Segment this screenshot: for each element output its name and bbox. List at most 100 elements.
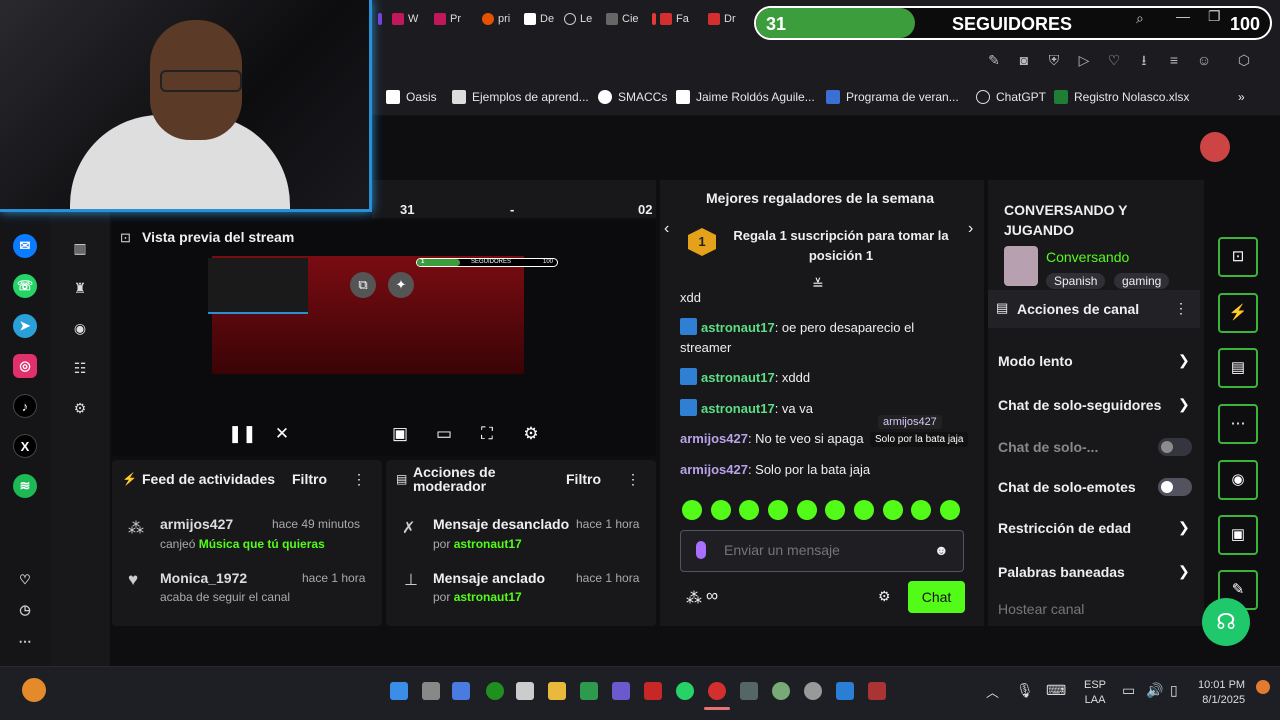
host-channel[interactable]: Hostear canal: [998, 601, 1084, 617]
bookmark-chatgpt[interactable]: ChatGPT: [976, 90, 1046, 104]
heart-icon[interactable]: ♡: [13, 568, 37, 592]
tab-de[interactable]: De: [524, 8, 554, 30]
tab-1[interactable]: [378, 8, 382, 30]
tab-pr[interactable]: Pr: [434, 8, 461, 30]
history-icon[interactable]: ◷: [13, 598, 37, 622]
support-icon[interactable]: ☊: [1202, 598, 1250, 646]
emote-icon[interactable]: [739, 500, 759, 520]
keyboard-icon[interactable]: ⌨: [1046, 682, 1066, 699]
download-icon[interactable]: ⭳: [1136, 52, 1152, 68]
app-icon[interactable]: [804, 682, 822, 700]
miniplayer-icon[interactable]: ▣: [390, 424, 410, 444]
chevron-right-icon[interactable]: ❯: [1178, 396, 1190, 413]
volume-icon[interactable]: 🔊: [1146, 682, 1163, 699]
trophy-icon[interactable]: ♜: [72, 280, 88, 296]
edit-icon[interactable]: ✎: [986, 52, 1002, 68]
chat-send-button[interactable]: Chat: [908, 581, 965, 613]
vscode-icon[interactable]: [836, 682, 854, 700]
instagram-icon[interactable]: ◎: [13, 354, 37, 378]
more-icon[interactable]: ⋯: [13, 630, 37, 654]
app-icon[interactable]: [740, 682, 758, 700]
language-indicator[interactable]: ESP LAA: [1084, 678, 1106, 708]
emote-icon[interactable]: [940, 500, 960, 520]
task-view-icon[interactable]: [422, 682, 440, 700]
emote-icon[interactable]: [854, 500, 874, 520]
tag[interactable]: Spanish: [1046, 273, 1106, 289]
more-icon[interactable]: ⋮: [352, 471, 366, 488]
chevron-right-icon[interactable]: ❯: [1178, 563, 1190, 580]
copilot-icon[interactable]: [452, 682, 470, 700]
mod-filter-button[interactable]: Filtro: [566, 471, 601, 487]
followers-only-chat[interactable]: Chat de solo-seguidores: [998, 397, 1161, 413]
mute-icon[interactable]: ✕: [272, 424, 292, 444]
theater-icon[interactable]: ▭: [434, 424, 454, 444]
search-icon[interactable]: ⌕: [1136, 10, 1144, 27]
minimize-icon[interactable]: —: [1176, 8, 1190, 24]
shield-icon[interactable]: ⛨: [1046, 52, 1062, 68]
emote-icon[interactable]: [883, 500, 903, 520]
store-icon[interactable]: [516, 682, 534, 700]
app-icon[interactable]: [772, 682, 790, 700]
tab-w[interactable]: W: [392, 8, 418, 30]
play-icon[interactable]: ▷: [1076, 52, 1092, 68]
category-name[interactable]: Conversando: [1046, 249, 1129, 265]
whatsapp-icon[interactable]: ☏: [13, 274, 37, 298]
emotes-only-chat[interactable]: Chat de solo-emotes: [998, 479, 1136, 495]
settings-icon[interactable]: ⚙: [521, 424, 541, 444]
feed-user[interactable]: armijos427: [160, 516, 233, 532]
more-icon[interactable]: ⋮: [626, 471, 640, 488]
notification-icon[interactable]: [1256, 680, 1270, 694]
avatar[interactable]: [1200, 132, 1230, 162]
excel-icon[interactable]: [580, 682, 598, 700]
chevron-left-icon[interactable]: ‹: [664, 220, 669, 238]
broadcast-icon[interactable]: ◉: [1218, 460, 1258, 500]
chat-user[interactable]: armijos427: [680, 431, 748, 446]
emote-icon[interactable]: [768, 500, 788, 520]
profile-icon[interactable]: ☺: [1196, 52, 1212, 68]
chat-user[interactable]: astronaut17: [701, 370, 775, 385]
stats-icon[interactable]: ▥: [72, 240, 88, 256]
spotify-icon[interactable]: ≋: [13, 474, 37, 498]
chevron-right-icon[interactable]: ›: [968, 220, 973, 238]
settings-icon[interactable]: ⚙: [878, 588, 891, 605]
bookmark-ejemplos[interactable]: Ejemplos de aprend...: [452, 90, 589, 104]
windows-start-icon[interactable]: [390, 682, 408, 700]
camera-icon[interactable]: ▣: [1218, 515, 1258, 555]
popout-icon[interactable]: ⧉: [350, 272, 376, 298]
mod-user[interactable]: astronaut17: [454, 590, 522, 604]
emote-icon[interactable]: [682, 500, 702, 520]
notes-icon[interactable]: ▤: [1218, 348, 1258, 388]
chevron-right-icon[interactable]: ❯: [1178, 352, 1190, 369]
bookmarks-overflow[interactable]: »: [1238, 90, 1245, 104]
app-icon[interactable]: [644, 682, 662, 700]
tab-fa[interactable]: Fa: [652, 8, 689, 30]
messenger-icon[interactable]: ✉: [13, 234, 37, 258]
mod-user[interactable]: astronaut17: [454, 537, 522, 551]
collapse-icon[interactable]: ≚: [812, 276, 824, 293]
battery-icon[interactable]: ▯: [1170, 682, 1178, 699]
mic-icon[interactable]: 🎙: [1016, 682, 1034, 699]
clip-icon[interactable]: ⊡: [1218, 237, 1258, 277]
network-icon[interactable]: ▭: [1122, 682, 1135, 699]
subscribers-only-toggle[interactable]: [1158, 438, 1192, 456]
extension-icon[interactable]: ⬡: [1236, 52, 1252, 68]
emote-icon[interactable]: [711, 500, 731, 520]
heart-icon[interactable]: ♡: [1106, 52, 1122, 68]
emote-icon[interactable]: [911, 500, 931, 520]
bookmark-jaime[interactable]: Jaime Roldós Aguile...: [676, 90, 815, 104]
more-icon[interactable]: ⋮: [1174, 300, 1188, 317]
bookmark-registro[interactable]: Registro Nolasco.xlsx: [1054, 90, 1189, 104]
points-icon[interactable]: ⁂: [686, 588, 702, 608]
bookmark-smaccs[interactable]: SMACCs: [598, 90, 667, 104]
chevron-up-icon[interactable]: ︿: [986, 682, 999, 701]
settings-icon[interactable]: ⚙: [72, 400, 88, 416]
age-restriction[interactable]: Restricción de edad: [998, 520, 1131, 536]
bookmark-programa[interactable]: Programa de veran...: [826, 90, 959, 104]
xbox-icon[interactable]: [486, 682, 504, 700]
emote-icon[interactable]: [825, 500, 845, 520]
tiktok-icon[interactable]: ♪: [13, 394, 37, 418]
pause-icon[interactable]: ❚❚: [228, 424, 257, 444]
x-icon[interactable]: X: [13, 434, 37, 458]
chevron-right-icon[interactable]: ❯: [1178, 519, 1190, 536]
mic-icon[interactable]: [696, 541, 706, 559]
